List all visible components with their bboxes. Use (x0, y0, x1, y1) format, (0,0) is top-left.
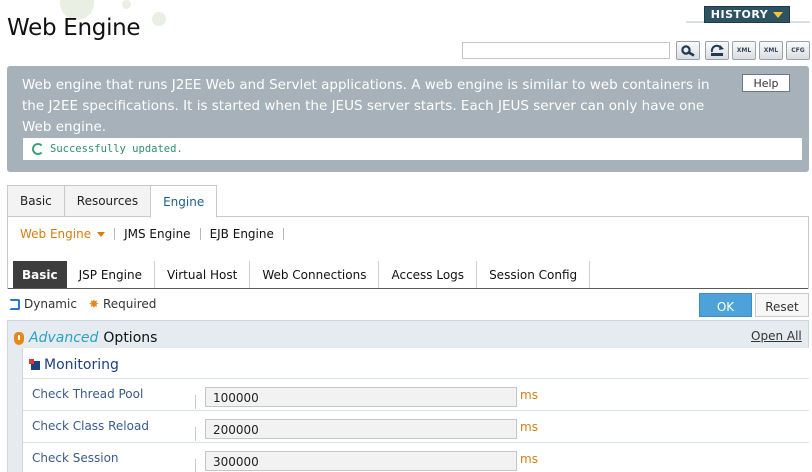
field-unit: ms (520, 388, 538, 402)
subtab-access-logs[interactable]: Access Logs (379, 261, 478, 288)
form-row: Check Thread Pool 100000 ms (22, 379, 809, 411)
required-icon: ✸ (88, 297, 99, 311)
engine-nav-ejb-engine[interactable]: EJB Engine (201, 228, 284, 240)
engine-nav-label: EJB Engine (209, 227, 274, 241)
legend: Dynamic ✸ Required (9, 297, 156, 311)
sub-tabs: Basic JSP Engine Virtual Host Web Connec… (13, 261, 591, 288)
check-class-reload-input[interactable]: 200000 (205, 419, 517, 439)
check-session-input[interactable]: 300000 (205, 451, 517, 471)
field-separator (195, 427, 196, 441)
description-panel: Web engine that runs J2EE Web and Servle… (7, 66, 809, 172)
field-separator (195, 395, 196, 409)
monitoring-title: Monitoring (44, 357, 119, 373)
field-separator (195, 459, 196, 472)
main-tabs: Basic Resources Engine (7, 185, 218, 218)
subtab-session-config[interactable]: Session Config (477, 261, 591, 288)
tab-engine[interactable]: Engine (150, 185, 218, 218)
status-text: Successfully updated. (50, 143, 183, 155)
decor-circle (152, 12, 166, 26)
subtab-jsp-engine[interactable]: JSP Engine (67, 261, 155, 288)
success-icon (32, 143, 44, 155)
status-message: Successfully updated. (23, 138, 802, 160)
description-text: Web engine that runs J2EE Web and Servle… (22, 77, 710, 135)
legend-required: ✸ Required (89, 297, 156, 311)
refresh-icon (710, 44, 724, 56)
info-icon (14, 331, 24, 345)
section-icon (29, 358, 40, 370)
xml-export-icon: XML (736, 47, 752, 54)
chevron-down-icon (773, 11, 784, 18)
xml-import-button[interactable]: XML (759, 41, 783, 60)
advanced-options-header[interactable]: Advanced Options (14, 330, 157, 346)
subtab-divider (8, 288, 808, 289)
config-button[interactable]: CFG (786, 41, 810, 60)
field-label: Check Session (32, 451, 119, 465)
help-button[interactable]: Help (742, 74, 792, 94)
legend-dynamic-label: Dynamic (24, 297, 77, 311)
search-input[interactable] (462, 42, 670, 59)
engine-nav-web-engine[interactable]: Web Engine (20, 227, 116, 241)
legend-dynamic: Dynamic (9, 297, 77, 311)
form-row: Check Class Reload 200000 ms (22, 411, 809, 443)
page-title: Web Engine (7, 15, 141, 41)
history-label: HISTORY (710, 8, 769, 21)
tab-basic[interactable]: Basic (7, 185, 64, 217)
field-label: Check Class Reload (32, 419, 149, 433)
reset-button[interactable]: Reset (755, 293, 809, 317)
decor-circle (122, 0, 131, 9)
chevron-down-icon (97, 231, 106, 237)
field-label: Check Thread Pool (32, 387, 144, 401)
advanced-title-highlight: Advanced (29, 330, 99, 346)
xml-import-icon: XML (763, 47, 779, 54)
config-icon: CFG (791, 47, 805, 54)
field-unit: ms (520, 452, 538, 466)
subtab-web-connections[interactable]: Web Connections (250, 261, 380, 288)
engine-nav-label: Web Engine (20, 227, 92, 241)
form-row: Check Session 300000 ms (22, 443, 809, 472)
ok-button[interactable]: OK (699, 293, 752, 317)
subtab-virtual-host[interactable]: Virtual Host (155, 261, 251, 288)
dynamic-icon (9, 298, 20, 310)
search-button[interactable] (676, 41, 700, 60)
engine-nav-jms-engine[interactable]: JMS Engine (115, 227, 201, 241)
tab-resources[interactable]: Resources (63, 185, 151, 217)
engine-nav: Web Engine JMS Engine EJB Engine (20, 228, 284, 240)
refresh-button[interactable] (705, 41, 729, 60)
xml-export-button[interactable]: XML (732, 41, 756, 60)
monitoring-header[interactable]: Monitoring (29, 357, 119, 373)
search-icon (681, 44, 695, 57)
open-all-link[interactable]: Open All (751, 329, 802, 343)
history-button[interactable]: HISTORY (704, 6, 790, 23)
engine-nav-label: JMS Engine (124, 227, 191, 241)
advanced-title-rest: Options (103, 330, 158, 346)
check-thread-pool-input[interactable]: 100000 (205, 387, 517, 407)
subtab-basic[interactable]: Basic (13, 261, 67, 288)
legend-required-label: Required (102, 297, 157, 311)
field-unit: ms (520, 420, 538, 434)
